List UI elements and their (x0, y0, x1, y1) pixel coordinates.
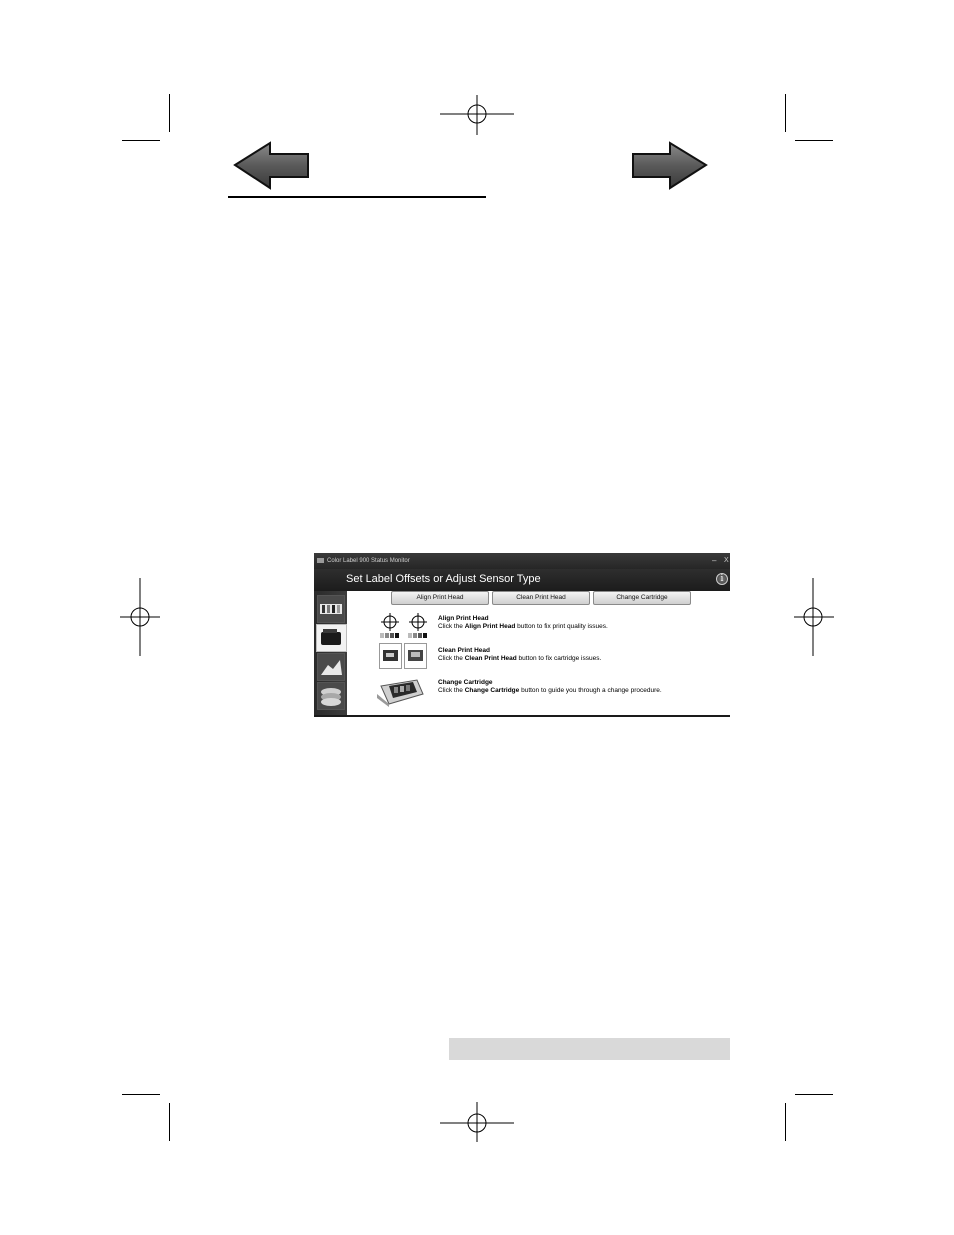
list-item-align: Align Print Head Click the Align Print H… (347, 613, 730, 643)
sidebar (314, 591, 347, 715)
tab-graph[interactable] (317, 653, 345, 681)
align-description: Click the Align Print Head button to fix… (438, 623, 608, 630)
graph-icon (321, 660, 342, 675)
disc-icon (321, 688, 341, 706)
list-item-change: Change Cartridge Click the Change Cartri… (347, 677, 730, 707)
header-band: Set Label Offsets or Adjust Sensor Type … (314, 569, 730, 591)
clean-print-head-button[interactable]: Clean Print Head (492, 591, 590, 605)
change-title: Change Cartridge (438, 679, 493, 686)
tab-disc[interactable] (317, 682, 345, 710)
registration-mark-bottom (440, 1102, 514, 1142)
content-area: Align Print Head Clean Print Head Change… (347, 591, 730, 715)
minimize-button[interactable]: – (712, 553, 716, 569)
registration-mark-left (120, 578, 160, 656)
align-title: Align Print Head (438, 615, 489, 622)
arrow-left-icon[interactable] (232, 141, 312, 191)
cartridge-tab-icon (321, 629, 341, 645)
clean-title: Clean Print Head (438, 647, 491, 654)
app-logo-icon (317, 558, 324, 563)
crosshair-icon (380, 613, 427, 638)
change-description: Click the Change Cartridge button to gui… (438, 687, 662, 694)
info-icon[interactable]: i (716, 573, 728, 585)
close-button[interactable]: X (724, 553, 729, 569)
window-title: Color Label 900 Status Monitor (327, 558, 410, 564)
list-item-clean: Clean Print Head Click the Clean Print H… (347, 643, 730, 675)
tab-label-offsets[interactable] (317, 595, 345, 623)
align-print-head-button[interactable]: Align Print Head (391, 591, 489, 605)
printer-icon (377, 679, 424, 707)
registration-mark-top (440, 95, 514, 135)
footer-bar (449, 1038, 730, 1060)
title-bar: Color Label 900 Status Monitor – X (314, 553, 730, 569)
label-strip-icon (320, 604, 342, 614)
header-rule (228, 196, 486, 198)
page-title: Set Label Offsets or Adjust Sensor Type (346, 573, 541, 585)
tab-cartridge[interactable] (316, 624, 347, 652)
clean-description: Click the Clean Print Head button to fix… (438, 655, 602, 662)
cartridge-icon (379, 643, 427, 669)
change-cartridge-button[interactable]: Change Cartridge (593, 591, 691, 605)
arrow-right-icon[interactable] (630, 141, 710, 191)
registration-mark-right (794, 578, 834, 656)
status-monitor-window: Color Label 900 Status Monitor – X Set L… (314, 553, 730, 717)
